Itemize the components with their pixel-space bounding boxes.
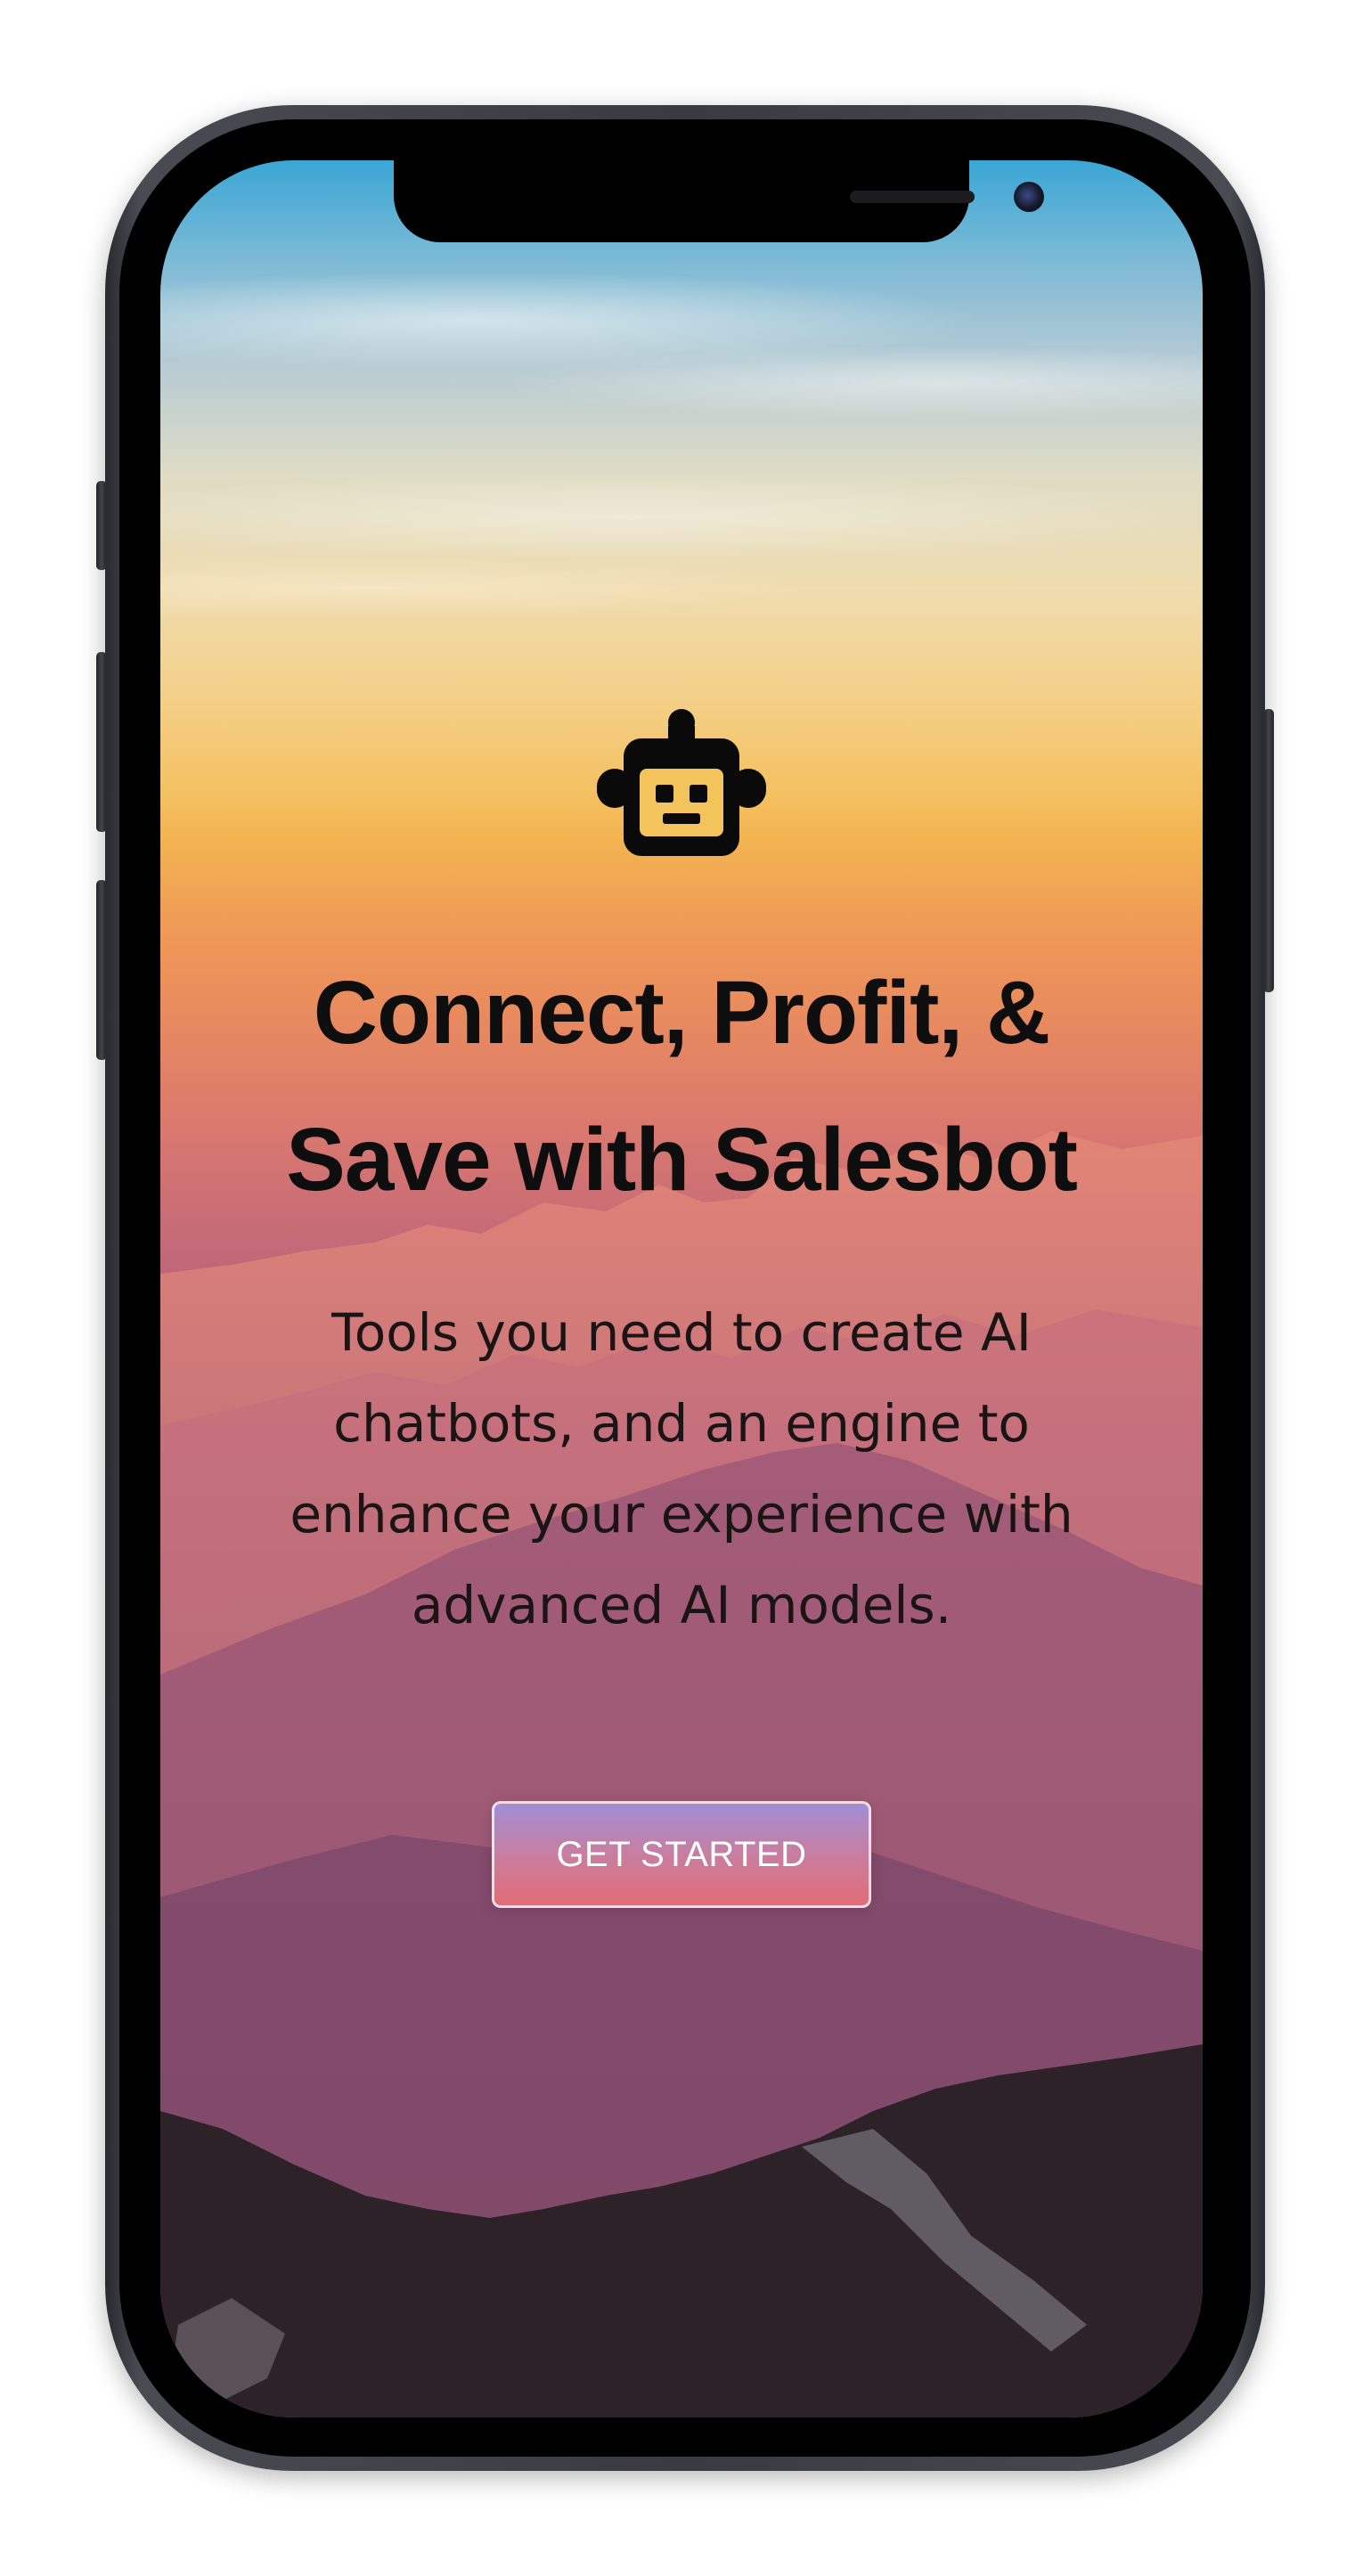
- mountain-ridge-lower: [160, 1826, 1203, 2417]
- sky-clouds: [160, 160, 1203, 1051]
- hero-title: Connect, Profit, & Save with Salesbot: [286, 963, 1078, 1210]
- hero-subtitle: Tools you need to create AI chatbots, an…: [290, 1302, 1073, 1635]
- get-started-button[interactable]: GET STARTED: [492, 1801, 871, 1908]
- mockup-stage: Connect, Profit, & Save with Salesbot To…: [0, 0, 1363, 2576]
- front-camera-icon: [1014, 182, 1044, 212]
- robot-icon: [597, 709, 766, 856]
- phone-screen: Connect, Profit, & Save with Salesbot To…: [160, 160, 1203, 2417]
- mountain-foreground: [160, 2044, 1203, 2417]
- phone-notch: [394, 160, 1044, 242]
- speaker-grille: [850, 191, 975, 203]
- mountain-snow-patches: [802, 2129, 1087, 2352]
